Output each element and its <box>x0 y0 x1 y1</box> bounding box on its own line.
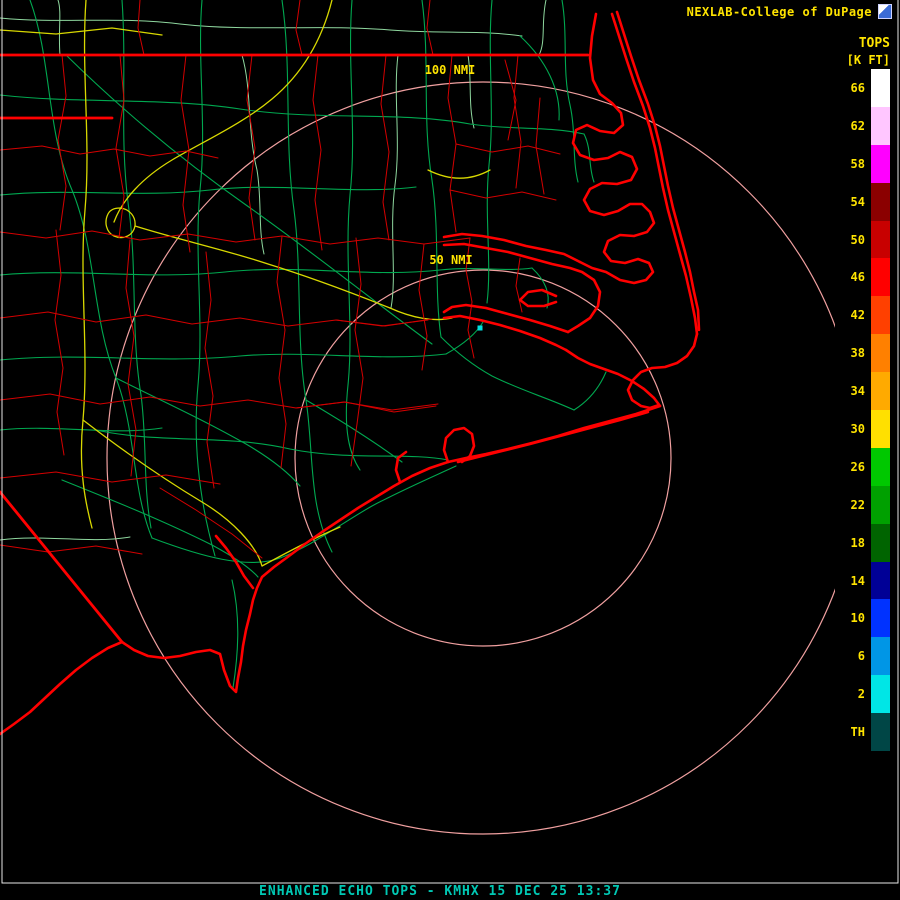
legend-swatch <box>871 562 890 600</box>
legend-swatch <box>871 410 890 448</box>
legend-value-label: 6 <box>835 649 871 663</box>
range-ring-label: 100 NMI <box>425 63 476 77</box>
legend-swatch <box>871 258 890 296</box>
legend-entry: 26 <box>835 448 890 486</box>
legend-swatch <box>871 69 890 107</box>
legend-value-label: 46 <box>835 270 871 284</box>
legend-entry: 66 <box>835 69 890 107</box>
header: NEXLAB-College of DuPage <box>687 4 892 19</box>
legend-entry: 46 <box>835 258 890 296</box>
radar-display: 50 NMI 100 NMI NEXLAB-College of DuPage T… <box>0 0 900 900</box>
legend-value-label: 38 <box>835 346 871 360</box>
legend-entry: 22 <box>835 486 890 524</box>
legend-entry: 38 <box>835 334 890 372</box>
legend-value-label: 14 <box>835 574 871 588</box>
radar-site-marker <box>478 326 483 331</box>
legend-entry: 2 <box>835 675 890 713</box>
legend-title: TOPS <box>835 36 890 53</box>
legend-value-label: 42 <box>835 308 871 322</box>
legend-swatch <box>871 599 890 637</box>
brand-text: NEXLAB-College of DuPage <box>687 5 872 19</box>
legend-swatch <box>871 145 890 183</box>
legend-value-label: 66 <box>835 81 871 95</box>
legend-entry: 10 <box>835 599 890 637</box>
status-bar-text: ENHANCED ECHO TOPS - KMHX 15 DEC 25 13:3… <box>0 884 880 899</box>
legend-entry: 50 <box>835 221 890 259</box>
cod-logo-icon <box>878 4 892 19</box>
legend-entry: 18 <box>835 524 890 562</box>
legend-value-label: 18 <box>835 536 871 550</box>
legend-swatch <box>871 372 890 410</box>
legend-value-label: 22 <box>835 498 871 512</box>
legend-swatch <box>871 675 890 713</box>
range-ring-label: 50 NMI <box>429 253 472 267</box>
legend-entry: 14 <box>835 562 890 600</box>
color-scale-legend: TOPS [K FT] 6662585450464238343026221814… <box>835 36 890 751</box>
legend-unit: [K FT] <box>835 53 890 69</box>
legend-value-label: 10 <box>835 611 871 625</box>
legend-swatch <box>871 713 890 751</box>
legend-swatch <box>871 221 890 259</box>
legend-value-label: 2 <box>835 687 871 701</box>
legend-swatch <box>871 448 890 486</box>
legend-swatch <box>871 486 890 524</box>
legend-entry: TH <box>835 713 890 751</box>
legend-value-label: TH <box>835 725 871 739</box>
legend-value-label: 58 <box>835 157 871 171</box>
legend-swatch <box>871 334 890 372</box>
legend-swatch <box>871 183 890 221</box>
radar-map: 50 NMI 100 NMI <box>0 0 900 900</box>
legend-swatch <box>871 296 890 334</box>
legend-value-label: 50 <box>835 233 871 247</box>
legend-swatch <box>871 524 890 562</box>
legend-entry: 54 <box>835 183 890 221</box>
ocean-background <box>0 0 900 900</box>
legend-entry: 42 <box>835 296 890 334</box>
legend-entry: 62 <box>835 107 890 145</box>
legend-entry: 34 <box>835 372 890 410</box>
legend-swatch <box>871 107 890 145</box>
legend-entry: 58 <box>835 145 890 183</box>
legend-value-label: 30 <box>835 422 871 436</box>
legend-value-label: 34 <box>835 384 871 398</box>
legend-value-label: 62 <box>835 119 871 133</box>
legend-scale: 66625854504642383430262218141062TH <box>835 69 890 751</box>
legend-entry: 30 <box>835 410 890 448</box>
legend-swatch <box>871 637 890 675</box>
legend-value-label: 54 <box>835 195 871 209</box>
legend-value-label: 26 <box>835 460 871 474</box>
legend-entry: 6 <box>835 637 890 675</box>
